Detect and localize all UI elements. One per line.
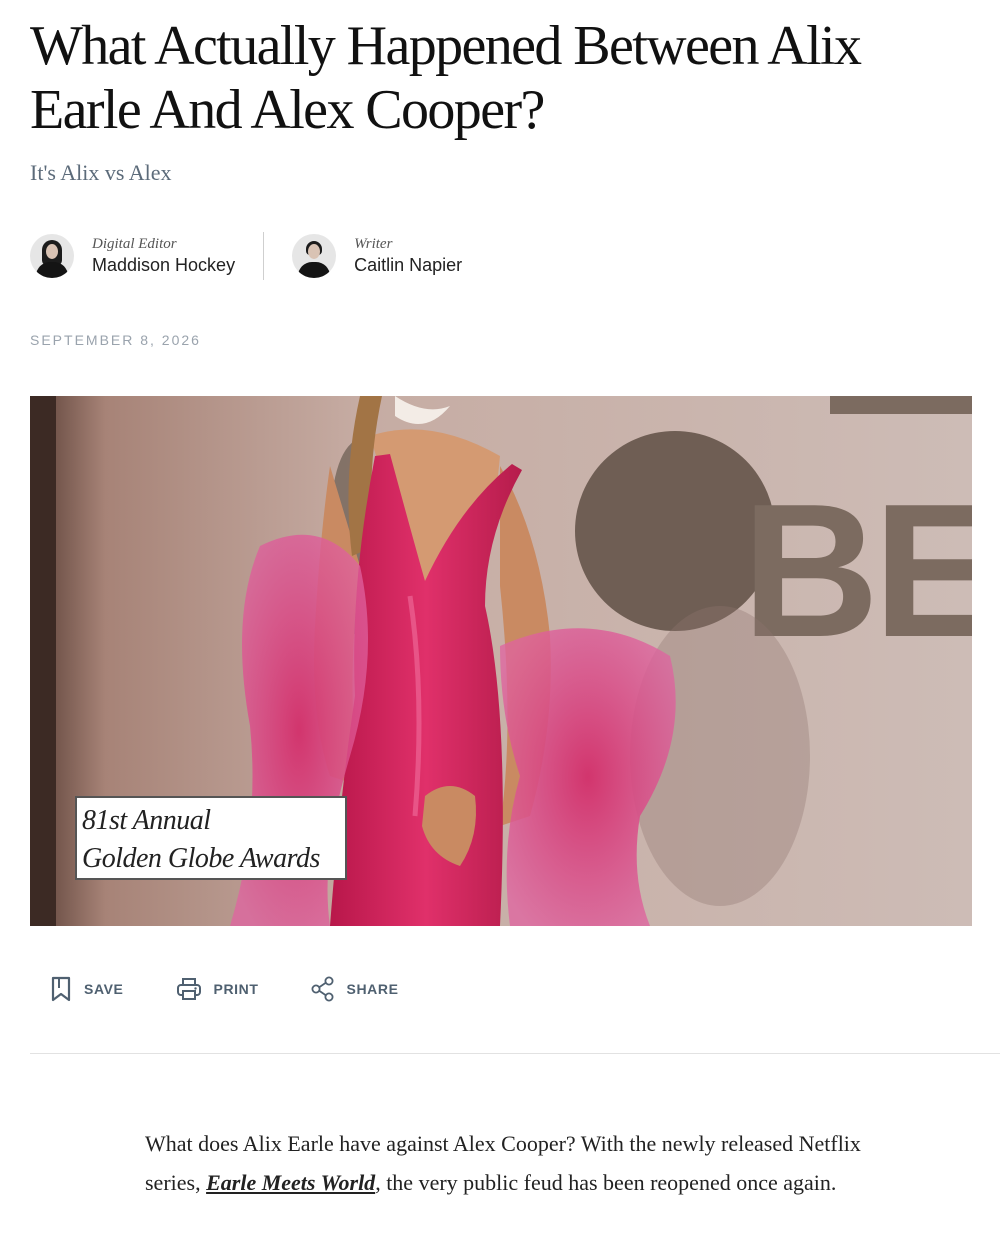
article-headline: What Actually Happened Between Alix Earl… [30,15,862,141]
hero-caption: 81st Annual Golden Globe Awards [75,796,347,880]
action-bar: SAVE PRINT SHARE [50,976,451,1002]
article-paragraph: What does Alix Earle have against Alex C… [145,1124,865,1202]
share-button[interactable]: SHARE [311,976,399,1002]
writer-avatar[interactable] [292,234,337,278]
print-label: PRINT [213,981,259,997]
publish-date: SEPTEMBER 8, 2026 [30,332,201,348]
article-dek: It's Alix vs Alex [30,160,172,185]
hero-image: BES 81st Annual Golden Globe Awards [30,396,972,926]
series-link[interactable]: Earle Meets World [206,1170,375,1195]
byline-editor[interactable]: Digital Editor Maddison Hockey [30,234,235,278]
editor-avatar[interactable] [30,234,74,278]
save-button[interactable]: SAVE [50,976,124,1002]
caption-line-1: 81st Annual [82,805,211,836]
save-label: SAVE [84,981,124,997]
byline-name[interactable]: Maddison Hockey [92,253,235,277]
byline-divider [263,232,265,280]
byline-bar: Digital Editor Maddison Hockey Writer Ca… [30,232,462,280]
share-label: SHARE [346,981,399,997]
printer-icon [176,978,201,1000]
share-icon [311,976,333,1002]
byline-name[interactable]: Caitlin Napier [354,253,462,277]
byline-role: Digital Editor [92,236,177,252]
print-button[interactable]: PRINT [176,977,259,1001]
caption-line-2: Golden Globe Awards [82,843,320,874]
paragraph-text-end: , the very public feud has been reopened… [375,1170,837,1195]
bookmark-icon [51,976,71,1002]
byline-role: Writer [354,236,393,252]
byline-writer[interactable]: Writer Caitlin Napier [292,234,462,278]
section-divider [30,1053,1000,1054]
